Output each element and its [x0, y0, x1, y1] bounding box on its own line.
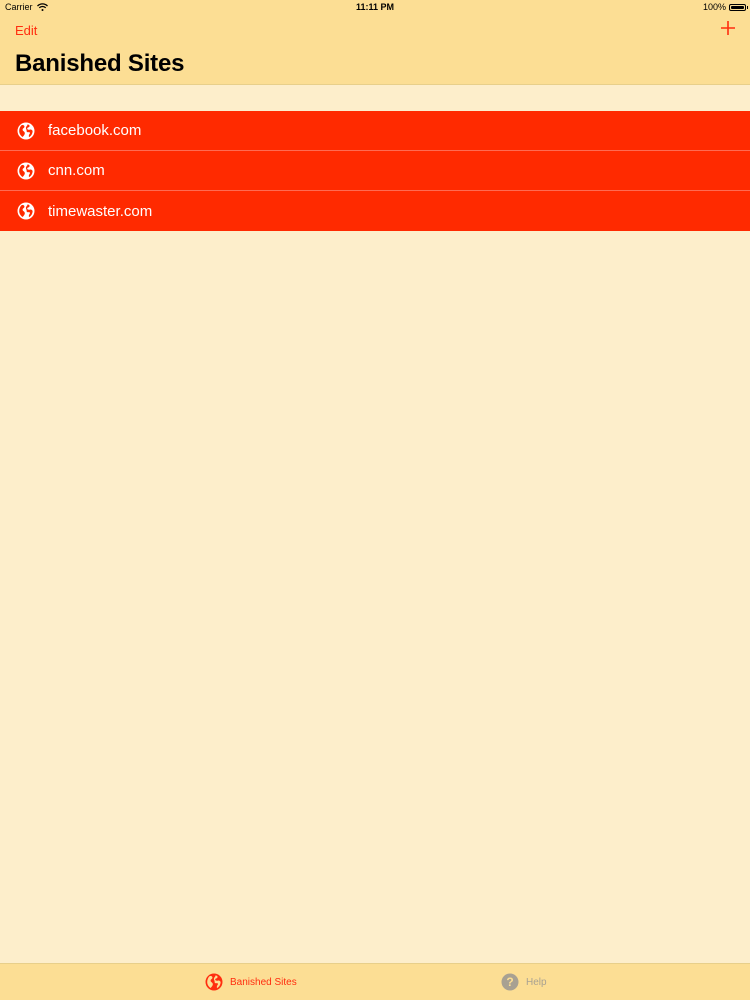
battery-icon — [729, 3, 748, 11]
edit-button[interactable]: Edit — [15, 23, 37, 38]
tab-help[interactable]: ? Help — [501, 964, 547, 1000]
plus-icon[interactable] — [720, 20, 736, 36]
question-icon: ? — [501, 973, 519, 991]
tab-bar: Banished Sites ? Help — [0, 963, 750, 1000]
globe-icon — [17, 202, 35, 220]
tab-label: Banished Sites — [230, 976, 297, 988]
globe-icon — [205, 973, 223, 991]
status-time: 11:11 PM — [355, 2, 395, 12]
globe-icon — [17, 122, 35, 139]
navigation-bar: Edit Banished Sites — [0, 16, 750, 85]
list-item[interactable]: cnn.com — [0, 151, 750, 191]
list-item[interactable]: facebook.com — [0, 111, 750, 151]
battery-indicator: 100% — [702, 2, 748, 12]
tab-banished-sites[interactable]: Banished Sites — [205, 964, 297, 1000]
page-title: Banished Sites — [15, 50, 185, 77]
globe-icon — [17, 162, 35, 179]
banished-sites-list: facebook.com cnn.com timewaster.com — [0, 111, 750, 231]
site-label: timewaster.com — [48, 202, 153, 220]
site-label: facebook.com — [48, 122, 142, 139]
status-bar: Carrier 11:11 PM 100% — [0, 0, 750, 16]
site-label: cnn.com — [48, 162, 105, 179]
list-item[interactable]: timewaster.com — [0, 191, 750, 231]
svg-text:?: ? — [506, 975, 513, 989]
tab-label: Help — [526, 976, 547, 988]
battery-percent: 100% — [702, 2, 726, 12]
